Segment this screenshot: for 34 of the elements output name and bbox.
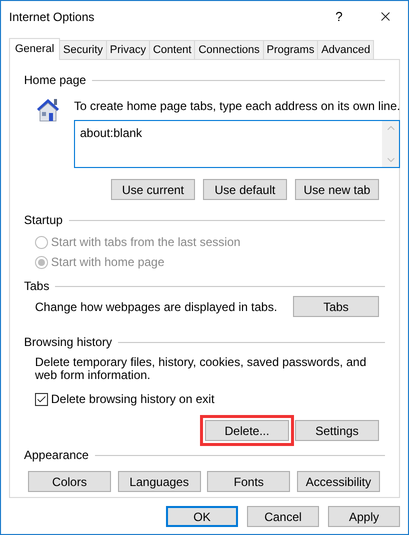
dialog-button[interactable]: Cancel xyxy=(247,506,319,527)
tab[interactable]: Security xyxy=(59,40,107,59)
dialog-button[interactable]: Apply xyxy=(328,506,400,527)
home-page-button[interactable]: Use new tab xyxy=(295,179,379,200)
tab[interactable]: Programs xyxy=(262,40,318,59)
tab[interactable]: Content xyxy=(148,40,196,59)
home-page-button[interactable]: Use current xyxy=(111,179,195,200)
scrollbar[interactable] xyxy=(382,121,400,167)
browsing-history-button[interactable]: Delete... xyxy=(205,420,289,441)
window-title: Internet Options xyxy=(9,8,96,26)
tabs-description: Change how webpages are displayed in tabs. xyxy=(35,298,278,316)
group-label: Appearance xyxy=(24,447,89,464)
tab[interactable]: Connections xyxy=(194,40,264,59)
group-label: Browsing history xyxy=(24,334,112,351)
help-button[interactable]: ? xyxy=(316,1,362,32)
browsing-history-description: Delete temporary files, history, cookies, saved passwords, and web form information. xyxy=(34,356,368,382)
tab[interactable]: Privacy xyxy=(106,40,150,59)
tab[interactable]: Advanced xyxy=(317,40,374,59)
dialog-button[interactable]: OK xyxy=(166,506,238,527)
home-page-button[interactable]: Use default xyxy=(203,179,287,200)
instruction-text: To create home page tabs, type each address on its own line. xyxy=(74,98,400,115)
check-icon xyxy=(36,394,47,404)
appearance-button[interactable]: Colors xyxy=(28,471,111,492)
tabs-button[interactable]: Tabs xyxy=(293,296,379,317)
delete-on-exit-checkbox[interactable]: Delete browsing history on exit xyxy=(24,391,385,407)
appearance-button[interactable]: Fonts xyxy=(207,471,290,492)
group-label: Tabs xyxy=(24,278,50,295)
browsing-history-button[interactable]: Settings xyxy=(295,420,379,441)
address-field[interactable]: about:blank xyxy=(74,120,400,168)
appearance-button[interactable]: Accessibility xyxy=(296,471,380,492)
tab[interactable]: General xyxy=(9,38,60,60)
appearance-button[interactable]: Languages xyxy=(118,471,201,492)
group-label: Startup xyxy=(24,212,63,229)
group-label: Home page xyxy=(24,72,86,89)
